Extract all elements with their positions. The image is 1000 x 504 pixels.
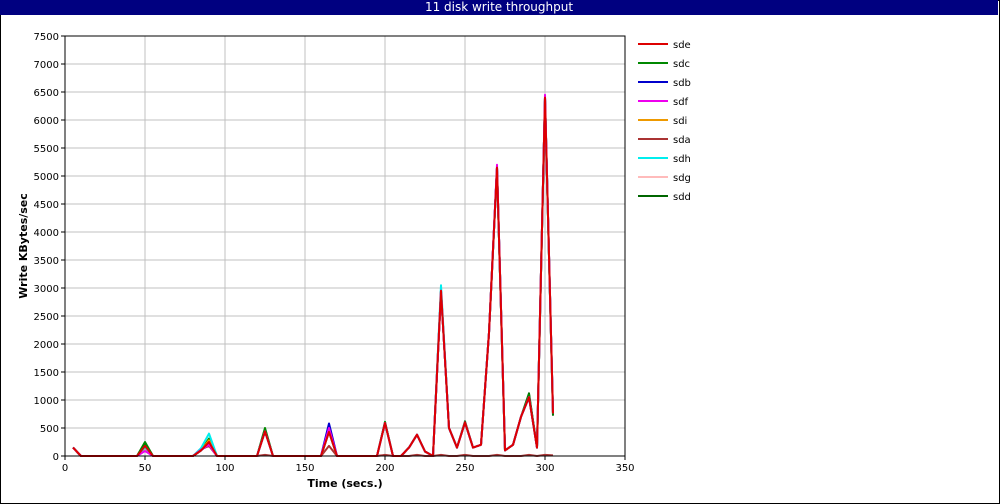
y-tick-label: 3500 [34,256,59,267]
y-tick-label: 5000 [34,172,59,183]
legend-label-sda: sda [673,135,691,146]
legend-item-sda: sda [638,135,691,146]
legend-label-sdf: sdf [673,97,689,108]
x-tick-label: 250 [455,463,474,474]
x-tick-label: 100 [215,463,234,474]
legend-item-sdb: sdb [638,78,691,89]
legend-label-sdg: sdg [673,173,691,184]
x-tick-label: 300 [535,463,554,474]
legend: sde sdc sdb sdf sdi sda sdh sdg sdd [638,40,691,203]
y-tick-label: 1000 [34,396,59,407]
legend-item-sdg: sdg [638,173,691,184]
y-tick-label: 3000 [34,284,59,295]
x-axis-ticks: 0 50 100 150 200 250 300 350 [62,456,635,474]
legend-label-sde: sde [673,40,691,51]
y-tick-label: 0 [53,452,59,463]
chart-canvas: 0500100015002000250030003500400045005000… [17,32,691,490]
legend-item-sdf: sdf [638,97,689,108]
legend-item-sdi: sdi [638,116,687,127]
x-axis-label: Time (secs.) [307,477,382,490]
legend-label-sdc: sdc [673,59,690,70]
legend-label-sdd: sdd [673,192,691,203]
legend-item-sdd: sdd [638,192,691,203]
legend-item-sdh: sdh [638,154,691,165]
y-tick-label: 2500 [34,312,59,323]
y-tick-label: 5500 [34,144,59,155]
x-tick-label: 350 [615,463,634,474]
x-tick-label: 150 [295,463,314,474]
x-tick-label: 200 [375,463,394,474]
y-tick-label: 7500 [34,32,59,43]
y-axis-label: Write KBytes/sec [17,193,30,299]
y-tick-label: 4500 [34,200,59,211]
y-tick-label: 4000 [34,228,59,239]
legend-label-sdb: sdb [673,78,691,89]
legend-label-sdi: sdi [673,116,687,127]
y-tick-label: 500 [40,424,59,435]
y-tick-label: 2000 [34,340,59,351]
y-axis-ticks: 0 500 1000 1500 2000 2500 3000 3500 4000 4500 5000… [34,32,65,463]
y-tick-label: 7000 [34,60,59,71]
x-tick-label: 0 [62,463,68,474]
x-tick-label: 50 [139,463,152,474]
y-tick-label: 6500 [34,88,59,99]
y-tick-label: 6000 [34,116,59,127]
legend-item-sde: sde [638,40,691,51]
y-tick-label: 1500 [34,368,59,379]
legend-label-sdh: sdh [673,154,691,165]
legend-item-sdc: sdc [638,59,690,70]
